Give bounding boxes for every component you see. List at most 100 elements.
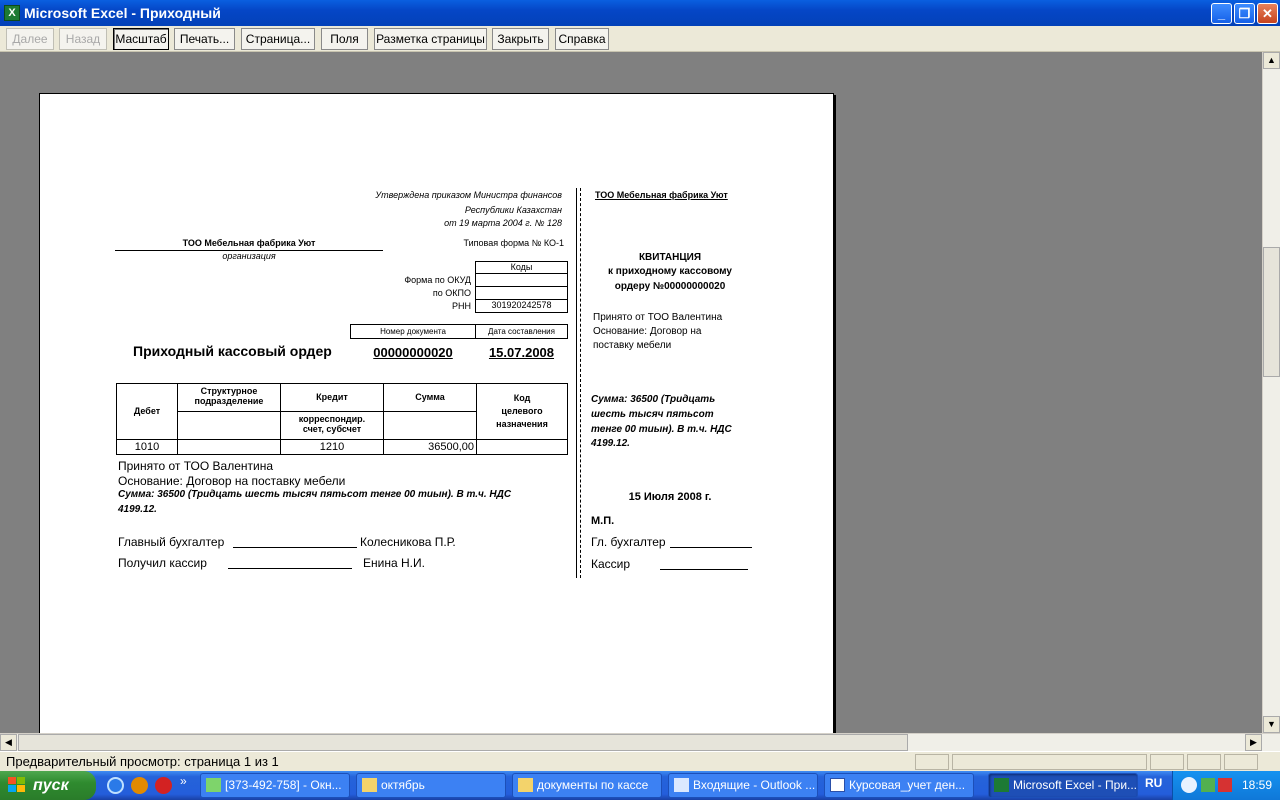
status-panel-2 <box>952 754 1147 770</box>
approval-line-1: Утверждена приказом Министра финансов <box>375 190 562 200</box>
scroll-down-icon[interactable]: ▼ <box>1263 716 1280 733</box>
sum-text-2: 4199.12. <box>118 504 157 515</box>
col-sum-sub <box>383 411 477 440</box>
quicklaunch-app-icon[interactable] <box>131 777 148 794</box>
zoom-button[interactable]: Масштаб <box>113 28 169 50</box>
page-break-button[interactable]: Разметка страницы <box>374 28 487 50</box>
cut-line-right <box>580 188 581 578</box>
col-subdivision-line2: подразделение <box>194 396 264 406</box>
receipt-received-1: Принято от ТОО Валентина <box>593 312 723 323</box>
word-icon <box>830 778 845 792</box>
docnum-header: Номер документа <box>350 324 476 339</box>
minimize-button[interactable]: _ <box>1211 3 1232 24</box>
task-folder-october-label: октябрь <box>381 778 425 792</box>
col-subdivision: Структурное подразделение <box>177 383 281 412</box>
col-subdivision-line1: Структурное <box>200 386 258 396</box>
order-date: 15.07.2008 <box>488 345 555 360</box>
receipt-sum-3: тенге 00 тиын). В т.ч. НДС <box>591 424 732 435</box>
task-excel[interactable]: Microsoft Excel - При... <box>988 773 1138 798</box>
received-from: Принято от ТОО Валентина <box>118 459 274 473</box>
window-title: Microsoft Excel - Приходный <box>24 5 221 21</box>
receipt-sum-4: 4199.12. <box>591 438 630 449</box>
cell-subdivision <box>177 439 281 455</box>
receipt-date: 15 Июля 2008 г. <box>628 491 712 503</box>
approval-line-2: Республики Казахстан <box>464 205 562 215</box>
cashier-name: Енина Н.И. <box>363 556 425 570</box>
maximize-button[interactable]: ❐ <box>1234 3 1255 24</box>
page-setup-button[interactable]: Страница... <box>241 28 315 50</box>
language-indicator[interactable]: RU <box>1145 776 1162 790</box>
status-text: Предварительный просмотр: страница 1 из … <box>6 754 279 769</box>
task-folder-october[interactable]: октябрь <box>356 773 506 798</box>
tray-antivirus-icon[interactable] <box>1218 778 1232 792</box>
excel-icon[interactable]: X <box>4 5 20 21</box>
col-purpose: Код целевого назначения <box>476 383 568 440</box>
close-preview-button[interactable]: Закрыть <box>492 28 549 50</box>
vertical-scroll-thumb[interactable] <box>1263 247 1280 377</box>
okpo-label: по ОКПО <box>432 288 471 298</box>
receipt-stamp: М.П. <box>591 515 615 527</box>
status-panel-1 <box>915 754 949 770</box>
preview-page[interactable]: Утверждена приказом Министра финансов Ре… <box>39 93 834 733</box>
receipt-received-3: поставку мебели <box>593 340 672 351</box>
task-word[interactable]: Курсовая_учет ден... <box>824 773 974 798</box>
close-button[interactable]: ✕ <box>1257 3 1278 24</box>
task-outlook[interactable]: Входящие - Outlook ... <box>668 773 818 798</box>
receipt-title: КВИТАНЦИЯ <box>638 252 702 263</box>
scroll-left-icon[interactable]: ◀ <box>0 734 17 751</box>
receipt-org-name: ТОО Мебельная фабрика Уют <box>595 190 728 200</box>
ie-icon[interactable] <box>107 777 124 794</box>
back-button[interactable]: Назад <box>59 28 107 50</box>
print-button[interactable]: Печать... <box>174 28 235 50</box>
horizontal-scroll-thumb[interactable] <box>18 734 908 751</box>
receipt-received-2: Основание: Договор на <box>593 326 702 337</box>
cut-line-left <box>576 188 577 578</box>
task-excel-label: Microsoft Excel - При... <box>1013 778 1138 792</box>
chief-accountant-signature-line <box>233 547 357 548</box>
start-label: пуск <box>33 777 69 794</box>
okud-value <box>475 273 568 287</box>
cell-purpose <box>476 439 568 455</box>
cashier-signature-line <box>228 568 352 569</box>
cashier-label: Получил кассир <box>118 556 207 570</box>
rnn-label: РНН <box>451 301 471 311</box>
excel-icon <box>994 778 1009 792</box>
margins-button[interactable]: Поля <box>321 28 368 50</box>
windows-logo-icon <box>8 777 25 792</box>
okud-label: Форма по ОКУД <box>404 275 471 285</box>
task-remote[interactable]: [373-492-758] - Окн... <box>200 773 350 798</box>
start-button[interactable]: пуск <box>0 771 96 800</box>
system-tray: 18:59 <box>1172 771 1280 800</box>
status-panel-4 <box>1187 754 1221 770</box>
chief-accountant-label: Главный бухгалтер <box>118 535 225 549</box>
title-bar: X Microsoft Excel - Приходный _ ❐ ✕ <box>0 0 1280 26</box>
quicklaunch-more-icon[interactable]: » <box>180 774 187 788</box>
col-sum: Сумма <box>383 383 477 412</box>
task-outlook-label: Входящие - Outlook ... <box>693 778 816 792</box>
opera-icon[interactable] <box>155 777 172 794</box>
help-button[interactable]: Справка <box>555 28 609 50</box>
taskbar: пуск » [373-492-758] - Окн... октябрь до… <box>0 771 1280 800</box>
approval-line-3: от 19 марта 2004 г. № 128 <box>444 218 562 228</box>
next-button[interactable]: Далее <box>6 28 54 50</box>
receipt-cashier-line <box>660 569 748 570</box>
task-folder-documents-label: документы по кассе <box>537 778 649 792</box>
cell-debit: 1010 <box>116 439 178 455</box>
basis: Основание: Договор на поставку мебели <box>118 474 346 488</box>
scroll-up-icon[interactable]: ▲ <box>1263 52 1280 69</box>
tray-arrow-icon[interactable] <box>1181 777 1197 793</box>
order-title: Приходный кассовый ордер <box>133 343 332 359</box>
task-remote-label: [373-492-758] - Окн... <box>225 778 342 792</box>
horizontal-scrollbar[interactable]: ◀ ▶ <box>0 733 1280 751</box>
folder-icon <box>362 778 377 792</box>
okpo-value <box>475 286 568 300</box>
org-caption: организация <box>222 251 276 261</box>
vertical-scrollbar[interactable]: ▲ ▼ <box>1262 52 1280 733</box>
clock[interactable]: 18:59 <box>1242 778 1272 792</box>
task-folder-documents[interactable]: документы по кассе <box>512 773 662 798</box>
date-header: Дата составления <box>475 324 568 339</box>
tray-network-icon[interactable] <box>1201 778 1215 792</box>
col-purpose-line2: целевого <box>501 406 543 416</box>
col-corr-account: корреспондир. счет, субсчет <box>280 411 384 440</box>
scroll-right-icon[interactable]: ▶ <box>1245 734 1262 751</box>
